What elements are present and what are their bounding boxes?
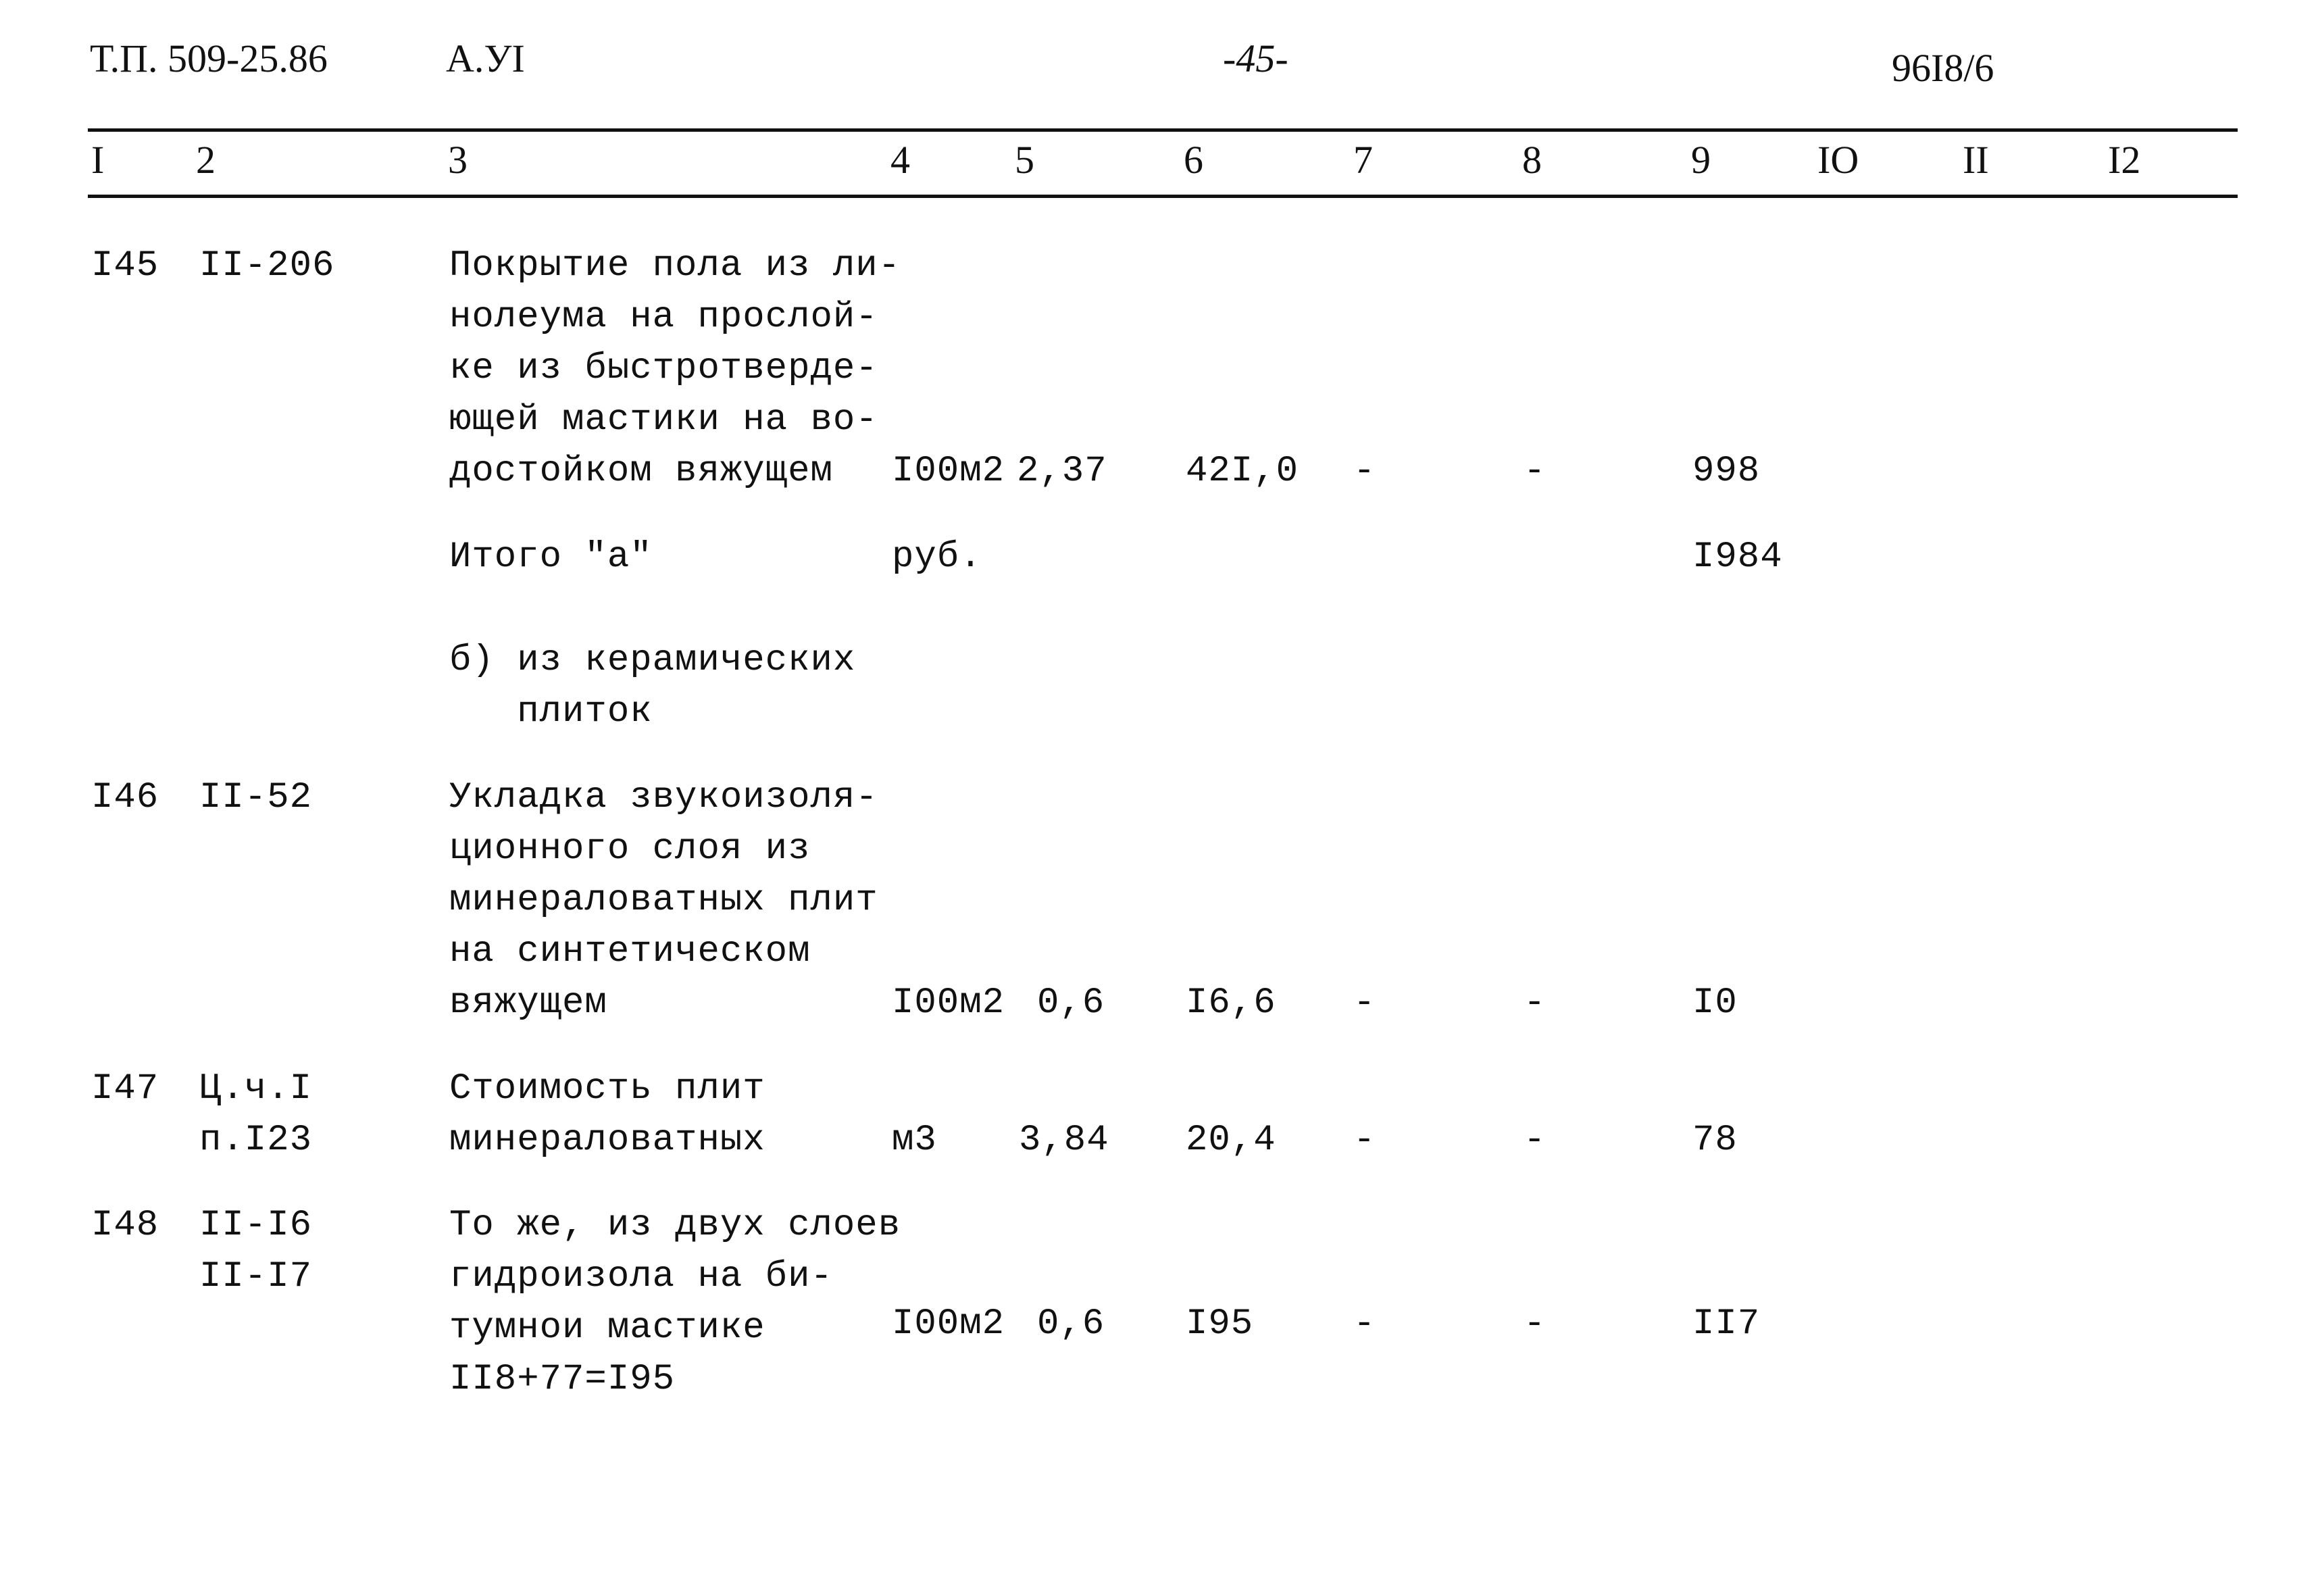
column-header: 7 [1353,138,1373,182]
subtotal-label: Итого "а" [449,537,653,578]
row-description-line: достойком вяжущем [449,451,833,492]
row-code: II-52 [199,777,313,818]
column-header: IO [1817,138,1859,182]
column-header: II [1963,138,1989,182]
row-description-line: Укладка звукоизоля- [449,777,878,818]
document-code: Т.П. 509-25.86 [90,36,328,80]
row-code: II-I7 [199,1256,313,1297]
column-header: 4 [890,138,910,182]
row-number: I48 [91,1205,159,1246]
row-total: I0 [1692,982,1738,1024]
column-header: 9 [1691,138,1711,182]
row-col8: - [1524,451,1546,492]
row-unit: I00м2 [892,982,1005,1024]
header-rule-top [88,128,2238,132]
row-number: I45 [91,245,159,286]
row-price: 42I,0 [1186,451,1299,492]
row-description-line: тумнои мастике [449,1307,765,1349]
sheet-code: 96I8/6 [1892,46,1994,90]
row-description-line: гидроизола на би- [449,1256,833,1297]
row-total: 78 [1692,1120,1738,1161]
row-col7: - [1353,982,1376,1024]
row-description-line: Стоимость плит [449,1068,765,1109]
row-col8: - [1524,982,1546,1024]
header-rule-bottom [88,195,2238,198]
row-quantity: 0,6 [1037,982,1105,1024]
row-code: п.I23 [199,1120,313,1161]
row-description-line: II8+77=I95 [449,1359,676,1400]
row-col8: - [1524,1303,1546,1345]
row-description-line: вяжущем [449,982,607,1024]
row-description-line: минераловатных [449,1120,765,1161]
row-description-line: минераловатных плит [449,880,878,921]
row-code: II-I6 [199,1205,313,1246]
section-heading-line: плиток [449,691,653,732]
column-header: I [91,138,105,182]
column-header: 5 [1015,138,1034,182]
row-quantity: 2,37 [1017,451,1107,492]
row-price: I95 [1186,1303,1254,1345]
column-header: 3 [448,138,468,182]
row-number: I46 [91,777,159,818]
row-total: II7 [1692,1303,1761,1345]
column-header: 2 [196,138,216,182]
column-header: 6 [1184,138,1203,182]
row-description-line: нолеума на прослой- [449,297,878,338]
row-unit: I00м2 [892,451,1005,492]
row-description-line: ционного слоя из [449,828,811,870]
page-number: -45- [1223,36,1288,80]
row-unit: I00м2 [892,1303,1005,1345]
row-description-line: То же, из двух слоев [449,1205,901,1246]
row-unit: м3 [892,1120,937,1161]
row-code: II-206 [199,245,335,286]
row-description-line: на синтетическом [449,931,811,972]
row-total: 998 [1692,451,1761,492]
column-header: 8 [1522,138,1542,182]
row-col7: - [1353,1120,1376,1161]
row-quantity: 3,84 [1019,1120,1109,1161]
row-quantity: 0,6 [1037,1303,1105,1345]
row-col8: - [1524,1120,1546,1161]
row-col7: - [1353,1303,1376,1345]
row-code: Ц.ч.I [199,1068,313,1109]
row-number: I47 [91,1068,159,1109]
column-header: I2 [2108,138,2141,182]
row-description-line: ке из быстротверде- [449,348,878,389]
row-price: I6,6 [1186,982,1276,1024]
subtotal-unit: руб. [892,537,982,578]
row-description-line: ющей мастики на во- [449,399,878,441]
row-col7: - [1353,451,1376,492]
row-description-line: Покрытие пола из ли- [449,245,901,286]
album-code: А.УI [446,36,525,80]
section-heading-line: б) из керамических [449,640,856,681]
row-price: 20,4 [1186,1120,1276,1161]
subtotal-value: I984 [1692,537,1783,578]
